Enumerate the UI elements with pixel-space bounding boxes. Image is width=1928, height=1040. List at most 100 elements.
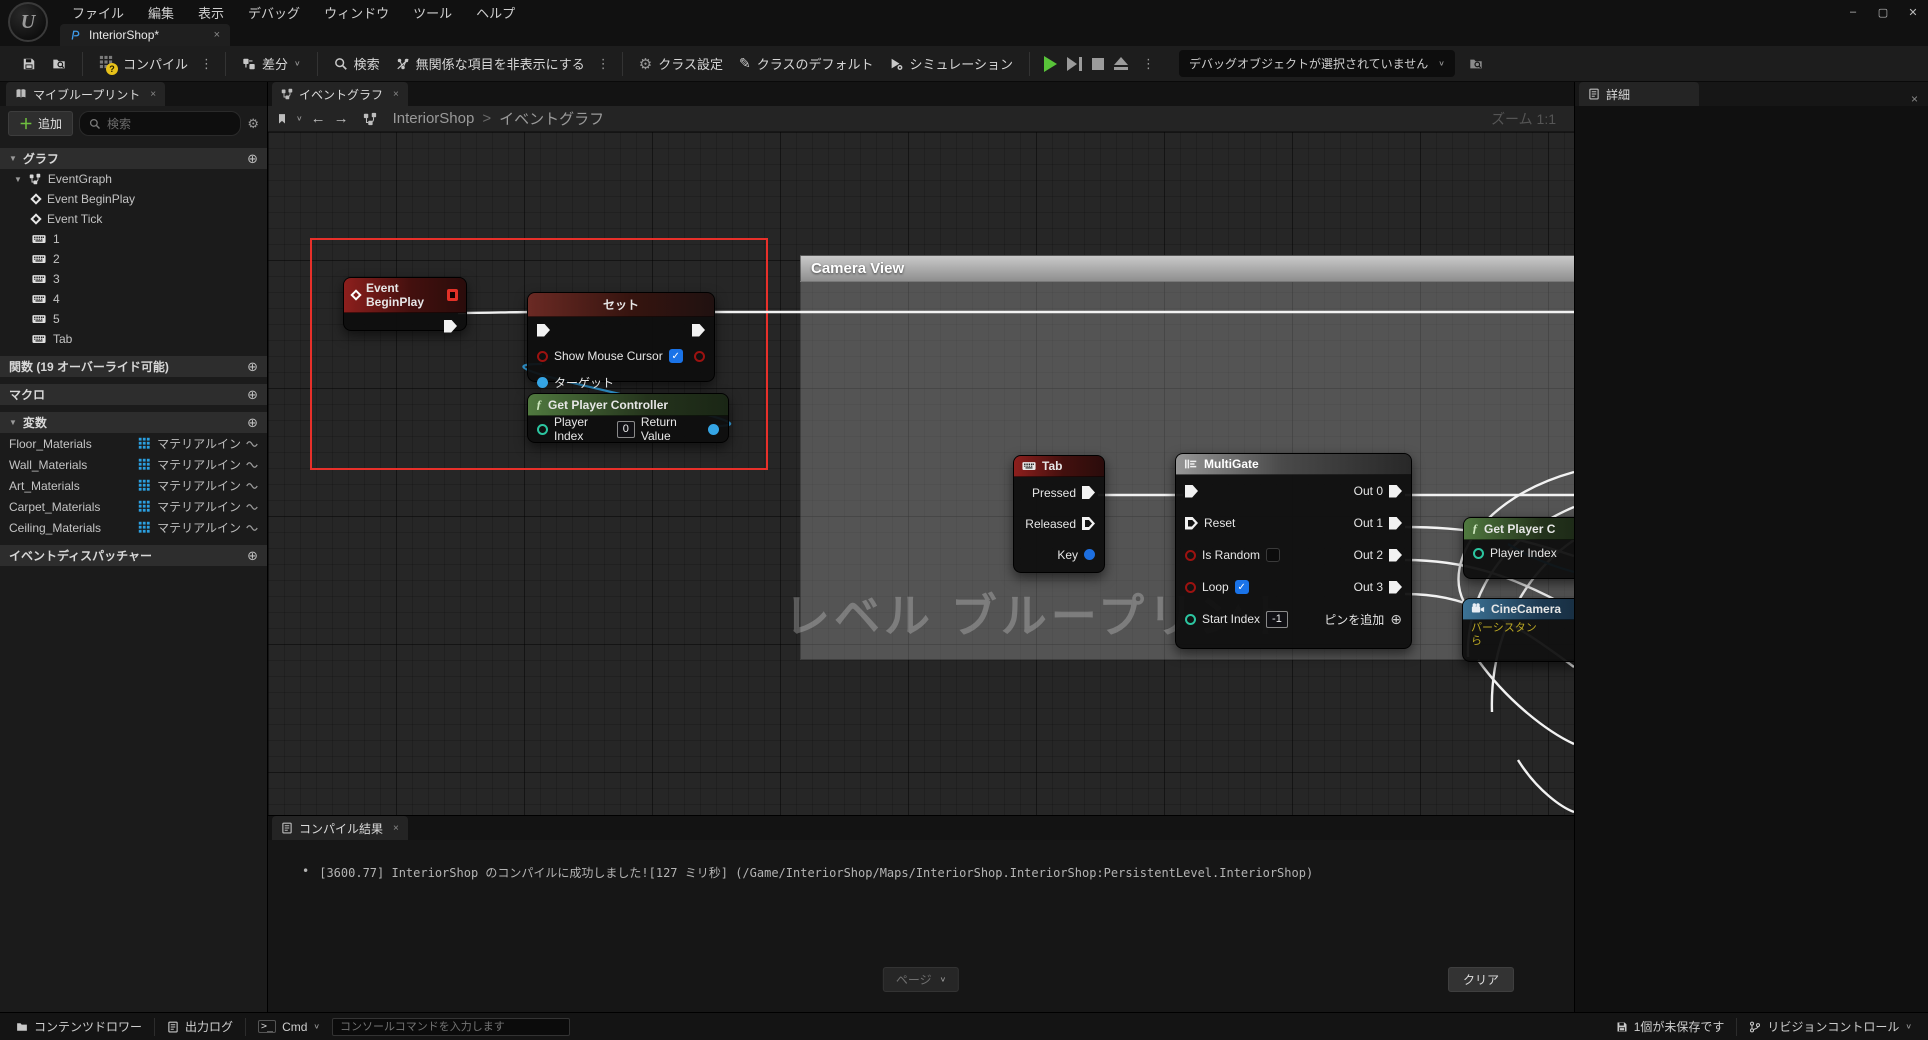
- bool-pin-show-mouse-cursor[interactable]: [537, 351, 548, 362]
- visibility-eye-icon[interactable]: [246, 480, 258, 492]
- menu-file[interactable]: ファイル: [60, 0, 136, 26]
- tab-compile-results[interactable]: コンパイル結果 ×: [272, 816, 408, 840]
- bookmark-icon[interactable]: [276, 113, 288, 125]
- is-random-pin[interactable]: [1185, 550, 1196, 561]
- player-index-pin[interactable]: [1473, 548, 1484, 559]
- menu-tools[interactable]: ツール: [401, 0, 464, 26]
- add-pin-icon[interactable]: ⊕: [1390, 611, 1402, 628]
- tree-item-event-tick[interactable]: Event Tick: [0, 209, 267, 229]
- breadcrumb-current[interactable]: イベントグラフ: [499, 108, 604, 129]
- browse-asset-button[interactable]: [44, 52, 74, 76]
- revision-control-button[interactable]: リビジョンコントロール ∨: [1741, 1014, 1920, 1039]
- node-cinecamera-header[interactable]: CineCamera: [1463, 599, 1574, 620]
- tree-item-key-tab[interactable]: Tab: [0, 329, 267, 349]
- chevron-down-icon[interactable]: ∨: [296, 114, 303, 123]
- tree-item-event-beginplay[interactable]: Event BeginPlay: [0, 189, 267, 209]
- content-drawer-button[interactable]: コンテンツドロワー: [8, 1014, 150, 1039]
- player-index-pin[interactable]: [537, 424, 548, 435]
- graph-hierarchy-icon[interactable]: [363, 112, 377, 126]
- diff-button[interactable]: 差分 ∨: [234, 49, 309, 78]
- variable-row-carpet-materials[interactable]: Carpet_Materials マテリアルイン: [0, 496, 267, 517]
- cmd-dropdown[interactable]: >_ Cmd ∨: [250, 1016, 328, 1038]
- breakpoint-icon[interactable]: [447, 289, 458, 301]
- tree-item-key-1[interactable]: 1: [0, 229, 267, 249]
- node-get-player-header[interactable]: ƒ Get Player C: [1464, 518, 1574, 540]
- maximize-button[interactable]: ▢: [1868, 0, 1898, 24]
- blueprint-canvas[interactable]: Camera View レベル ブループリント: [268, 132, 1574, 815]
- node-multigate-header[interactable]: MultiGate: [1176, 454, 1411, 475]
- node-gpc-header[interactable]: ƒ Get Player Controller: [528, 394, 728, 416]
- filter-gear-icon[interactable]: ⚙: [247, 116, 259, 132]
- my-blueprint-search-input[interactable]: 検索: [79, 111, 241, 136]
- compile-log-entry[interactable]: • [3600.77] InteriorShop のコンパイルに成功しました![…: [302, 864, 1313, 881]
- class-settings-button[interactable]: ⚙ クラス設定: [631, 49, 731, 78]
- node-multigate[interactable]: MultiGate Out 0 Reset Out 1 Is Random Ou…: [1175, 453, 1412, 649]
- pressed-exec-pin[interactable]: [1082, 486, 1095, 499]
- tree-item-key-3[interactable]: 3: [0, 269, 267, 289]
- minimize-button[interactable]: –: [1838, 0, 1868, 24]
- start-index-value[interactable]: -1: [1266, 611, 1288, 628]
- exec-out-pin[interactable]: [444, 320, 457, 333]
- tab-event-graph[interactable]: イベントグラフ ×: [272, 82, 408, 106]
- menu-window[interactable]: ウィンドウ: [312, 0, 401, 26]
- exec-in-pin[interactable]: [1185, 485, 1198, 498]
- eject-icon[interactable]: [1114, 57, 1128, 70]
- reset-exec-pin[interactable]: [1185, 517, 1198, 530]
- node-cinecamera-clipped[interactable]: CineCamera パーシスタン ら: [1462, 598, 1574, 662]
- variable-row-wall-materials[interactable]: Wall_Materials マテリアルイン: [0, 454, 267, 475]
- out1-exec-pin[interactable]: [1389, 517, 1402, 530]
- section-functions[interactable]: 関数 (19 オーバーライド可能) ⊕: [0, 356, 267, 377]
- add-variable-icon[interactable]: ⊕: [247, 415, 258, 431]
- debug-browse-button[interactable]: [1461, 52, 1491, 76]
- released-exec-pin[interactable]: [1082, 517, 1095, 530]
- node-tab-header[interactable]: Tab: [1014, 456, 1104, 477]
- play-options-icon[interactable]: ⋮: [1138, 52, 1159, 76]
- tree-item-key-5[interactable]: 5: [0, 309, 267, 329]
- console-command-input[interactable]: [332, 1018, 570, 1036]
- player-index-value[interactable]: 0: [617, 421, 635, 438]
- node-event-beginplay-header[interactable]: Event BeginPlay: [344, 278, 466, 313]
- node-set-header[interactable]: セット: [528, 293, 714, 317]
- unsaved-assets-button[interactable]: 1個が未保存です: [1608, 1014, 1733, 1039]
- target-pin[interactable]: [537, 377, 548, 388]
- menu-view[interactable]: 表示: [186, 0, 236, 26]
- menu-help[interactable]: ヘルプ: [464, 0, 527, 26]
- simulation-button[interactable]: シミュレーション: [881, 49, 1020, 78]
- breadcrumb-root[interactable]: InteriorShop: [393, 110, 475, 127]
- node-input-key-tab[interactable]: Tab Pressed Released Key: [1013, 455, 1105, 573]
- node-event-beginplay[interactable]: Event BeginPlay: [343, 277, 467, 331]
- menu-debug[interactable]: デバッグ: [236, 0, 312, 26]
- out2-exec-pin[interactable]: [1389, 549, 1402, 562]
- exec-out-pin[interactable]: [692, 324, 705, 337]
- play-icon[interactable]: [1044, 56, 1057, 72]
- section-macros[interactable]: マクロ ⊕: [0, 384, 267, 405]
- out3-exec-pin[interactable]: [1389, 581, 1402, 594]
- clear-button[interactable]: クリア: [1448, 967, 1514, 992]
- page-button[interactable]: ページ ∨: [883, 967, 959, 992]
- node-get-player-clipped[interactable]: ƒ Get Player C Player Index: [1463, 517, 1574, 579]
- class-defaults-button[interactable]: ✎ クラスのデフォルト: [731, 49, 881, 78]
- details-panel-close-icon[interactable]: ×: [1911, 92, 1928, 106]
- find-button[interactable]: 検索: [326, 49, 388, 78]
- add-macro-icon[interactable]: ⊕: [247, 387, 258, 403]
- menu-edit[interactable]: 編集: [136, 0, 186, 26]
- add-function-icon[interactable]: ⊕: [247, 359, 258, 375]
- save-button[interactable]: [14, 52, 44, 76]
- navigate-forward-icon[interactable]: →: [334, 110, 349, 127]
- visibility-eye-icon[interactable]: [246, 438, 258, 450]
- tree-item-key-4[interactable]: 4: [0, 289, 267, 309]
- event-graph-tab-close-icon[interactable]: ×: [393, 89, 399, 100]
- out0-exec-pin[interactable]: [1389, 485, 1402, 498]
- is-random-checkbox[interactable]: [1266, 548, 1280, 562]
- variable-row-floor-materials[interactable]: Floor_Materials マテリアルイン: [0, 433, 267, 454]
- hide-unrelated-button[interactable]: 無関係な項目を非表示にする: [388, 49, 593, 78]
- variable-row-ceiling-materials[interactable]: Ceiling_Materials マテリアルイン: [0, 517, 267, 538]
- compile-button[interactable]: ? コンパイル: [91, 49, 196, 78]
- tree-item-eventgraph[interactable]: ▼ EventGraph: [0, 169, 267, 189]
- add-button[interactable]: ＋ 追加: [8, 111, 73, 136]
- compile-results-tab-close-icon[interactable]: ×: [393, 823, 399, 834]
- exec-in-pin[interactable]: [537, 324, 550, 337]
- variable-row-art-materials[interactable]: Art_Materials マテリアルイン: [0, 475, 267, 496]
- bool-pin-out[interactable]: [694, 351, 705, 362]
- visibility-eye-icon[interactable]: [246, 522, 258, 534]
